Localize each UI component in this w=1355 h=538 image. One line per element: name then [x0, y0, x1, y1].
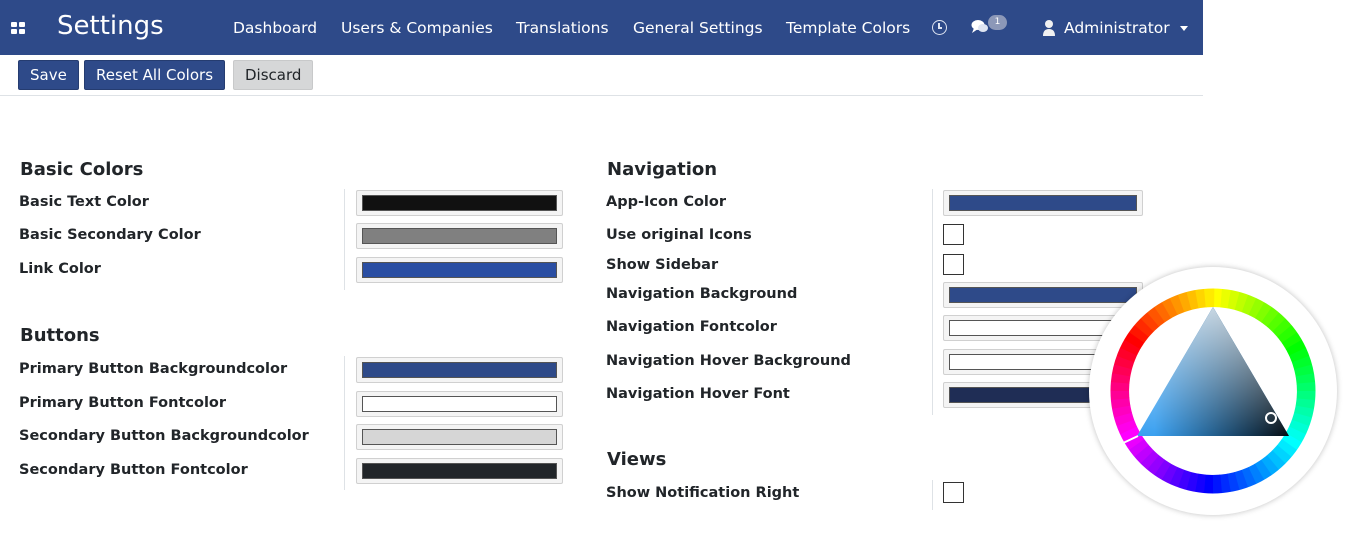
color-picker-link[interactable]: [356, 257, 563, 283]
field-label: App-Icon Color: [606, 194, 727, 210]
section-title-buttons: Buttons: [20, 325, 100, 346]
hue-wheel[interactable]: [1089, 267, 1337, 515]
color-picker-secondary-font[interactable]: [356, 458, 563, 484]
menu-template-colors[interactable]: Template Colors: [786, 19, 910, 37]
field-label: Link Color: [19, 261, 101, 277]
hue-segment[interactable]: [1204, 288, 1215, 308]
color-wheel-picker[interactable]: [1089, 267, 1337, 515]
user-avatar-icon[interactable]: [1042, 19, 1056, 37]
menu-general-settings[interactable]: General Settings: [633, 19, 763, 37]
color-picker-app-icon[interactable]: [943, 190, 1143, 216]
color-picker-basic-text[interactable]: [356, 190, 563, 216]
color-swatch: [362, 429, 557, 445]
chevron-down-icon[interactable]: [1180, 26, 1188, 31]
activity-clock-icon[interactable]: [932, 20, 947, 35]
field-label: Navigation Fontcolor: [606, 319, 777, 335]
menu-dashboard[interactable]: Dashboard: [233, 19, 317, 37]
color-picker-secondary-bg[interactable]: [356, 424, 563, 450]
control-panel: Save Reset All Colors Discard: [0, 55, 1203, 96]
discard-button[interactable]: Discard: [233, 60, 314, 90]
color-swatch: [362, 262, 557, 278]
divider: [344, 356, 345, 490]
color-swatch: [362, 362, 557, 378]
hue-segment[interactable]: [1296, 382, 1316, 393]
reset-all-colors-button[interactable]: Reset All Colors: [84, 60, 226, 90]
checkbox-use-original-icons[interactable]: [943, 224, 964, 245]
hue-segment[interactable]: [1110, 389, 1130, 400]
section-title-navigation: Navigation: [607, 159, 718, 180]
field-label: Primary Button Fontcolor: [19, 395, 227, 411]
field-label: Navigation Background: [606, 286, 798, 302]
field-label: Basic Text Color: [19, 194, 149, 210]
field-label: Basic Secondary Color: [19, 227, 201, 243]
field-label: Primary Button Backgroundcolor: [19, 361, 288, 377]
color-swatch: [949, 195, 1137, 211]
divider: [344, 189, 345, 290]
section-title-views: Views: [607, 449, 667, 470]
user-menu[interactable]: Administrator: [1064, 19, 1170, 37]
field-label: Use original Icons: [606, 227, 752, 243]
apps-grid-icon[interactable]: [11, 22, 25, 34]
color-picker-basic-secondary[interactable]: [356, 223, 563, 249]
color-swatch: [362, 396, 557, 412]
field-label: Secondary Button Fontcolor: [19, 462, 248, 478]
section-title-basic-colors: Basic Colors: [20, 159, 144, 180]
color-swatch: [362, 463, 557, 479]
checkbox-show-sidebar[interactable]: [943, 254, 964, 275]
field-label: Navigation Hover Background: [606, 353, 851, 369]
menu-translations[interactable]: Translations: [516, 19, 609, 37]
color-swatch: [362, 195, 557, 211]
save-button[interactable]: Save: [18, 60, 79, 90]
color-picker-primary-bg[interactable]: [356, 357, 563, 383]
chat-count-badge: 1: [988, 15, 1007, 30]
hue-segment[interactable]: [1211, 474, 1222, 494]
top-navbar: Settings Dashboard Users & Companies Tra…: [0, 0, 1203, 55]
field-label: Navigation Hover Font: [606, 386, 790, 402]
checkbox-show-notification-right[interactable]: [943, 482, 964, 503]
field-label: Show Notification Right: [606, 485, 800, 501]
chat-icon[interactable]: [971, 19, 989, 35]
app-title: Settings: [57, 11, 164, 41]
field-label: Secondary Button Backgroundcolor: [19, 428, 309, 444]
color-picker-primary-font[interactable]: [356, 391, 563, 417]
divider: [932, 189, 933, 415]
field-label: Show Sidebar: [606, 257, 719, 273]
menu-users-companies[interactable]: Users & Companies: [341, 19, 493, 37]
divider: [932, 480, 933, 510]
color-swatch: [362, 228, 557, 244]
